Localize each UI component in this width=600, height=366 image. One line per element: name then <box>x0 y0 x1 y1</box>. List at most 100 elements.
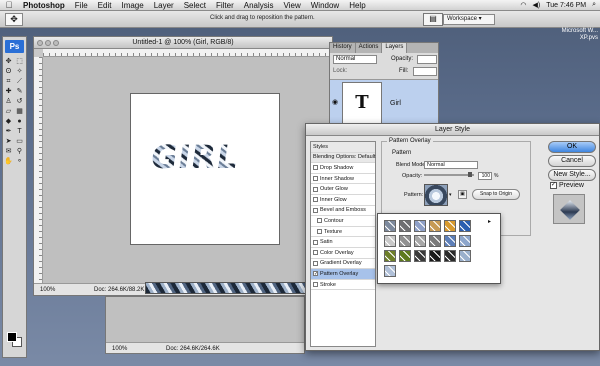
dialog-title[interactable]: Layer Style <box>306 124 599 136</box>
blending-options[interactable]: Blending Options: Default <box>311 152 375 164</box>
blur-tool-icon[interactable]: ◆ <box>3 117 14 127</box>
layer-opacity-input[interactable] <box>417 55 437 64</box>
checkbox[interactable] <box>313 165 318 171</box>
style-inner-shadow[interactable]: Inner Shadow <box>311 174 375 185</box>
checkbox[interactable] <box>313 176 318 182</box>
magic-wand-tool-icon[interactable]: ✧ <box>14 67 25 77</box>
document-window-secondary[interactable]: 100% Doc: 264.6K/264.6K <box>105 296 305 354</box>
tab-actions[interactable]: Actions <box>356 43 383 53</box>
hand-tool-icon[interactable]: ✋ <box>3 157 14 167</box>
style-contour[interactable]: Contour <box>311 216 375 227</box>
workspace-menu[interactable]: Workspace ▾ <box>443 14 495 25</box>
style-satin[interactable]: Satin <box>311 237 375 248</box>
checkbox[interactable] <box>313 186 318 192</box>
style-inner-glow[interactable]: Inner Glow <box>311 195 375 206</box>
pattern-swatch-option[interactable] <box>384 220 396 232</box>
pattern-swatch-option[interactable] <box>384 265 396 277</box>
desktop-file-label[interactable]: Microsoft W... XP.pvs <box>554 28 598 42</box>
checkbox[interactable] <box>317 218 322 224</box>
checkbox[interactable] <box>313 282 318 288</box>
checkbox[interactable] <box>313 250 318 256</box>
crop-tool-icon[interactable]: ⌗ <box>3 77 14 87</box>
menu-file[interactable]: File <box>70 1 93 10</box>
pattern-swatch-option[interactable] <box>414 220 426 232</box>
canvas-text-girl[interactable]: GIRL <box>148 138 241 176</box>
opacity-input[interactable]: 100 <box>478 172 492 180</box>
pattern-swatch-option[interactable] <box>429 235 441 247</box>
menu-image[interactable]: Image <box>116 1 148 10</box>
spotlight-icon[interactable]: ⌕ <box>592 1 596 9</box>
zoom-level-secondary[interactable]: 100% <box>112 346 127 352</box>
blend-mode-select[interactable]: Normal <box>424 161 478 169</box>
pattern-swatch-option[interactable] <box>414 235 426 247</box>
menu-photoshop[interactable]: Photoshop <box>18 1 70 10</box>
menu-help[interactable]: Help <box>344 1 370 10</box>
current-tool-icon[interactable]: ✥ <box>5 13 23 26</box>
dodge-tool-icon[interactable]: ● <box>14 117 25 127</box>
menu-analysis[interactable]: Analysis <box>239 1 279 10</box>
photoshop-logo[interactable]: Ps <box>5 40 24 53</box>
eraser-tool-icon[interactable]: ▱ <box>3 107 14 117</box>
style-gradient-overlay[interactable]: Gradient Overlay <box>311 259 375 270</box>
palette-well-icon[interactable]: ▤ <box>423 13 443 26</box>
wifi-icon[interactable]: ◠ <box>520 1 526 9</box>
checkbox[interactable] <box>313 197 318 203</box>
layer-row-girl[interactable]: ◉ T Girl <box>330 79 438 127</box>
cancel-button[interactable]: Cancel <box>548 155 596 167</box>
pen-tool-icon[interactable]: ✒ <box>3 127 14 137</box>
style-outer-glow[interactable]: Outer Glow <box>311 184 375 195</box>
zoom-tool-icon[interactable]: ⚬ <box>14 157 25 167</box>
volume-icon[interactable]: ◀) <box>533 1 541 9</box>
move-tool-icon[interactable]: ✥ <box>3 57 14 67</box>
ok-button[interactable]: OK <box>548 141 596 153</box>
pattern-swatch-option[interactable] <box>414 250 426 262</box>
brush-tool-icon[interactable]: ✎ <box>14 87 25 97</box>
vertical-ruler[interactable] <box>34 57 43 283</box>
new-preset-icon[interactable]: ▣ <box>458 190 467 199</box>
layer-name[interactable]: Girl <box>390 100 401 107</box>
pattern-swatch-option[interactable] <box>399 220 411 232</box>
style-stroke[interactable]: Stroke <box>311 280 375 291</box>
menu-edit[interactable]: Edit <box>93 1 117 10</box>
style-pattern-overlay[interactable]: ✓ Pattern Overlay <box>311 269 375 280</box>
pattern-dropdown-icon[interactable]: ▾ <box>449 192 452 198</box>
pattern-swatch[interactable] <box>424 184 448 206</box>
history-brush-tool-icon[interactable]: ↺ <box>14 97 25 107</box>
checkbox-checked[interactable]: ✓ <box>313 271 318 277</box>
styles-header[interactable]: Styles <box>311 142 375 153</box>
visibility-eye-icon[interactable]: ◉ <box>332 98 338 106</box>
style-color-overlay[interactable]: Color Overlay <box>311 248 375 259</box>
canvas-area[interactable]: GIRL <box>43 57 332 283</box>
foreground-color-swatch[interactable] <box>7 332 17 342</box>
checkbox[interactable] <box>313 260 318 266</box>
pattern-swatch-option[interactable] <box>444 250 456 262</box>
pattern-swatch-option[interactable] <box>429 220 441 232</box>
menu-window[interactable]: Window <box>306 1 344 10</box>
clock[interactable]: Tue 7:46 PM <box>546 2 586 9</box>
pattern-swatch-option[interactable] <box>444 220 456 232</box>
new-style-button[interactable]: New Style... <box>548 169 596 181</box>
style-bevel-emboss[interactable]: Bevel and Emboss <box>311 206 375 217</box>
tab-history[interactable]: History <box>330 43 356 53</box>
document-window[interactable]: Untitled-1 @ 100% (Girl, RGB/8) GIRL 100… <box>33 36 333 296</box>
gradient-tool-icon[interactable]: ▦ <box>14 107 25 117</box>
pattern-swatch-option[interactable] <box>399 250 411 262</box>
notes-tool-icon[interactable]: ✉ <box>3 147 14 157</box>
checkbox[interactable] <box>317 229 322 235</box>
snap-to-origin-button[interactable]: Snap to Origin <box>472 189 520 200</box>
fill-input[interactable] <box>413 67 437 76</box>
menu-layer[interactable]: Layer <box>149 1 179 10</box>
tab-layers[interactable]: Layers <box>382 43 408 53</box>
lasso-tool-icon[interactable]: ʘ <box>3 67 14 77</box>
document-titlebar[interactable]: Untitled-1 @ 100% (Girl, RGB/8) <box>34 37 332 49</box>
pattern-swatch-option[interactable] <box>459 250 471 262</box>
pattern-swatch-option[interactable] <box>429 250 441 262</box>
healing-brush-tool-icon[interactable]: ✚ <box>3 87 14 97</box>
layer-blend-mode-select[interactable]: Normal <box>333 55 377 64</box>
checkbox[interactable] <box>313 207 318 213</box>
preview-checkbox[interactable]: ✓ <box>550 182 557 189</box>
checkbox[interactable] <box>313 239 318 245</box>
eyedropper-tool-icon[interactable]: ⚲ <box>14 147 25 157</box>
slice-tool-icon[interactable]: ⟋ <box>14 77 25 87</box>
apple-menu-icon[interactable]:  <box>0 0 18 10</box>
